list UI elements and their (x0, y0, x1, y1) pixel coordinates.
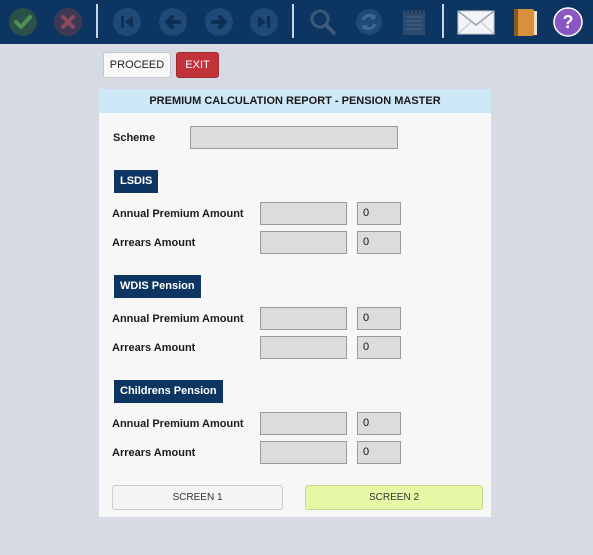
book-icon[interactable] (510, 7, 540, 37)
wdis-arrears-value[interactable]: 0 (357, 336, 401, 359)
last-icon[interactable] (249, 7, 279, 37)
arrears-label: Arrears Amount (112, 447, 196, 459)
childrens-annual-premium-field[interactable] (260, 412, 347, 435)
scheme-label: Scheme (113, 132, 156, 144)
screen-2-button[interactable]: SCREEN 2 (305, 485, 483, 510)
search-icon[interactable] (308, 7, 338, 37)
annual-premium-label: Annual Premium Amount (112, 313, 244, 325)
previous-icon[interactable] (158, 7, 188, 37)
section-header-wdis-pension: WDIS Pension (114, 275, 201, 298)
arrears-label: Arrears Amount (112, 342, 196, 354)
help-icon[interactable]: ? (553, 7, 583, 37)
annual-premium-label: Annual Premium Amount (112, 208, 244, 220)
arrears-label: Arrears Amount (112, 237, 196, 249)
report-panel: PREMIUM CALCULATION REPORT - PENSION MAS… (99, 89, 491, 517)
wdis-arrears-field[interactable] (260, 336, 347, 359)
notepad-icon[interactable] (399, 7, 429, 37)
section-header-childrens-pension: Childrens Pension (114, 380, 223, 403)
panel-title: PREMIUM CALCULATION REPORT - PENSION MAS… (99, 89, 491, 113)
toolbar-separator (292, 4, 294, 38)
toolbar: ? (0, 0, 593, 44)
screen-1-button[interactable]: SCREEN 1 (112, 485, 283, 510)
next-icon[interactable] (204, 7, 234, 37)
exit-button[interactable]: EXIT (176, 52, 219, 78)
scheme-field[interactable] (190, 126, 398, 149)
lsdis-arrears-value[interactable]: 0 (357, 231, 401, 254)
toolbar-separator (442, 4, 444, 38)
wdis-annual-premium-value[interactable]: 0 (357, 307, 401, 330)
confirm-icon[interactable] (8, 7, 38, 37)
wdis-annual-premium-field[interactable] (260, 307, 347, 330)
lsdis-arrears-field[interactable] (260, 231, 347, 254)
cancel-icon[interactable] (53, 7, 83, 37)
first-icon[interactable] (112, 7, 142, 37)
lsdis-annual-premium-field[interactable] (260, 202, 347, 225)
mail-icon[interactable] (457, 7, 495, 37)
section-header-lsdis: LSDIS (114, 170, 159, 193)
refresh-icon[interactable] (354, 7, 384, 37)
lsdis-annual-premium-value[interactable]: 0 (357, 202, 401, 225)
svg-text:?: ? (563, 12, 574, 32)
childrens-annual-premium-value[interactable]: 0 (357, 412, 401, 435)
toolbar-separator (96, 4, 98, 38)
childrens-arrears-field[interactable] (260, 441, 347, 464)
proceed-button[interactable]: PROCEED (103, 52, 171, 78)
childrens-arrears-value[interactable]: 0 (357, 441, 401, 464)
annual-premium-label: Annual Premium Amount (112, 418, 244, 430)
